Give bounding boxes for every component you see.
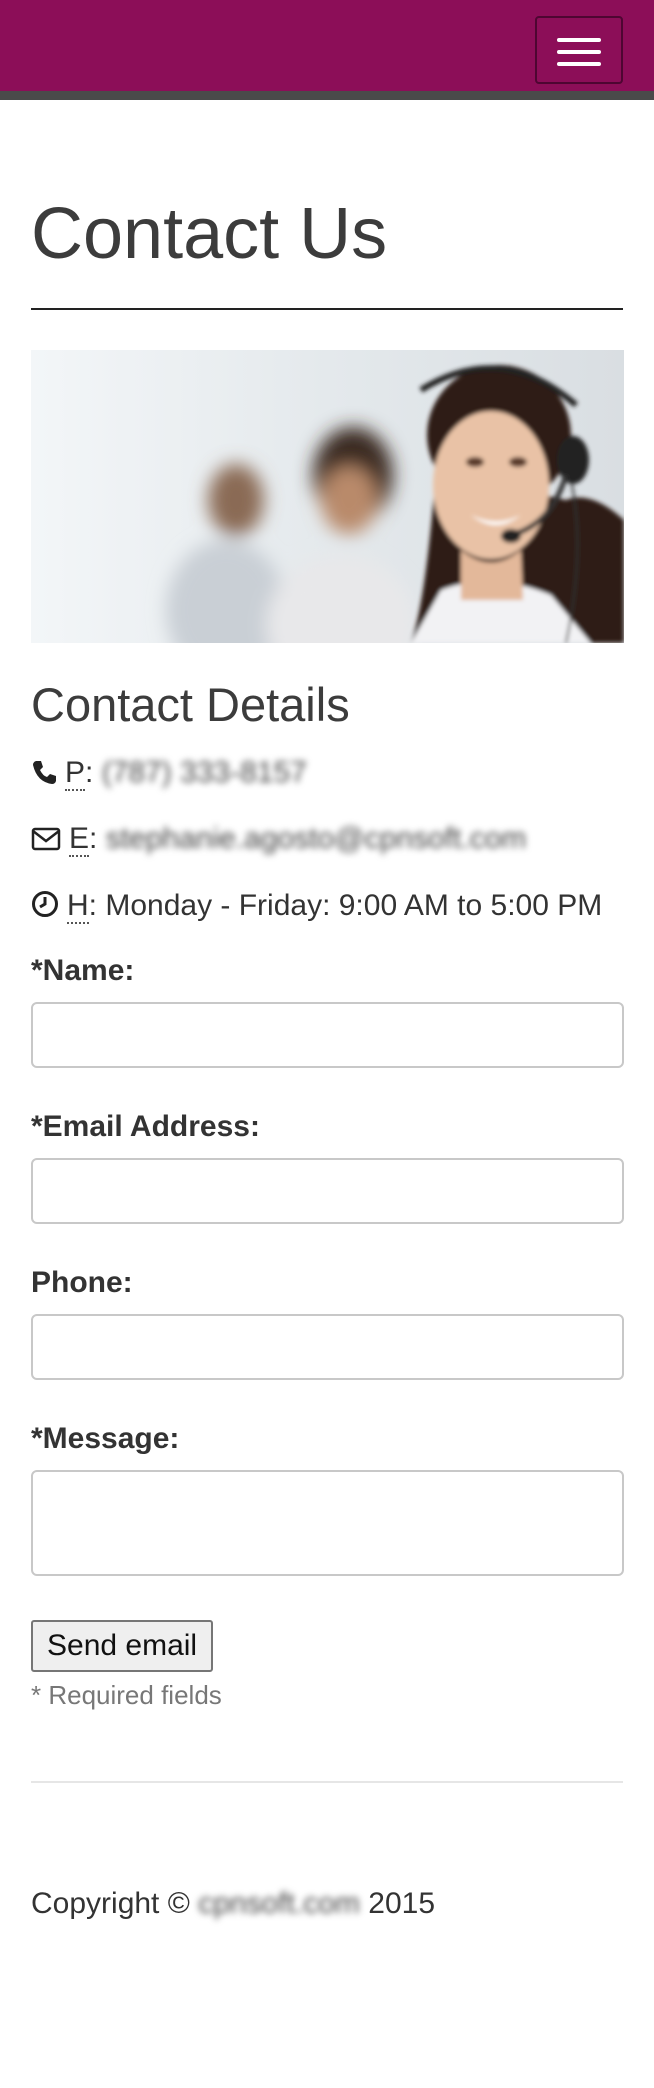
clock-icon: [31, 887, 59, 931]
phone-abbr: P: [65, 755, 86, 791]
email-address[interactable]: stephanie.agosto@cpnsoft.com: [106, 822, 527, 855]
required-fields-note: * Required fields: [31, 1680, 222, 1711]
phone-icon: [31, 754, 57, 798]
message-textarea[interactable]: [31, 1470, 624, 1577]
phone-label: Phone:: [31, 1266, 133, 1300]
contact-form: *Name: *Email Address: Phone: *Message: …: [31, 954, 624, 1711]
footer-divider: [31, 1781, 623, 1784]
email-input[interactable]: [31, 1158, 624, 1225]
main-content: Contact Us Contact Details P: (787) 333-…: [0, 100, 654, 1921]
name-input[interactable]: [31, 1002, 624, 1069]
phone-group: Phone:: [31, 1266, 624, 1381]
menu-bar-icon: [557, 38, 601, 42]
hours-abbr: H: [67, 888, 89, 924]
hamburger-menu-button[interactable]: [535, 16, 623, 84]
hero-image: [31, 350, 624, 643]
message-group: *Message:: [31, 1422, 624, 1577]
phone-number[interactable]: (787) 333-8157: [102, 756, 307, 789]
menu-bar-icon: [557, 50, 601, 54]
copyright-year: 2015: [368, 1887, 436, 1921]
send-email-button[interactable]: Send email: [31, 1620, 214, 1673]
email-abbr: E: [69, 822, 90, 858]
envelope-icon: [31, 820, 61, 864]
page-title: Contact Us: [31, 194, 388, 274]
name-group: *Name:: [31, 954, 624, 1069]
email-detail: E: stephanie.agosto@cpnsoft.com: [31, 817, 623, 864]
business-hours: : Monday - Friday: 9:00 AM to 5:00 PM: [88, 888, 603, 922]
company-name: cpnsoft.com: [198, 1887, 360, 1921]
call-center-photo: [31, 350, 624, 643]
top-navbar: [0, 0, 654, 100]
name-label: *Name:: [31, 954, 135, 988]
title-divider: [31, 308, 623, 310]
phone-detail: P: (787) 333-8157: [31, 751, 623, 798]
email-group: *Email Address:: [31, 1110, 624, 1225]
hours-detail: H: Monday - Friday: 9:00 AM to 5:00 PM: [31, 884, 623, 931]
copyright-prefix: Copyright ©: [31, 1887, 190, 1921]
contact-details-heading: Contact Details: [31, 678, 350, 731]
copyright-footer: Copyright © cpnsoft.com 2015: [31, 1887, 623, 1921]
menu-bar-icon: [557, 62, 601, 66]
email-label: *Email Address:: [31, 1110, 260, 1144]
phone-input[interactable]: [31, 1314, 624, 1381]
message-label: *Message:: [31, 1422, 180, 1456]
